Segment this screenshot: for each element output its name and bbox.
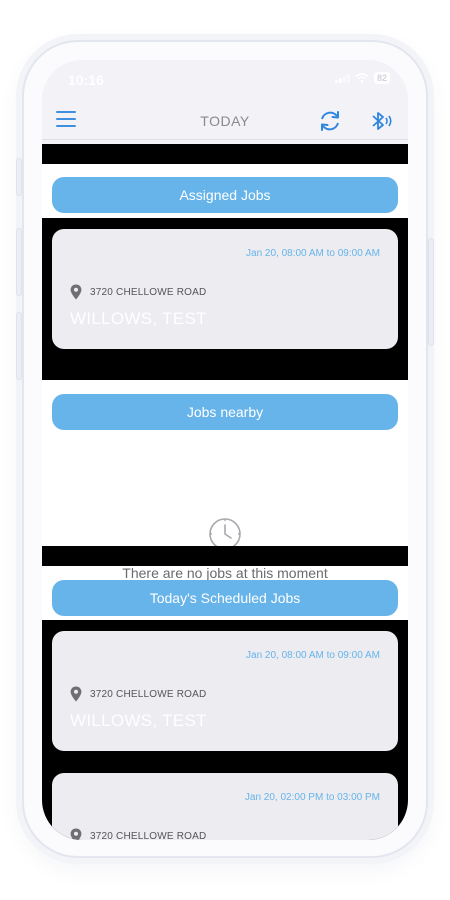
content-scroll-area[interactable]: Assigned Jobs Jan 20, 08:00 AM to 09:00 … [42, 144, 408, 840]
empty-state-message: There are no jobs at this moment [122, 565, 328, 581]
assigned-jobs-header: Assigned Jobs [52, 177, 398, 213]
job-time: Jan 20, 08:00 AM to 09:00 AM [246, 248, 380, 259]
phone-volume-up-button [16, 228, 22, 296]
status-bar: 10:16 82 [42, 60, 408, 102]
scheduled-job-card[interactable]: Jan 20, 08:00 AM to 09:00 AM 3720 CHELLO… [52, 631, 398, 751]
status-icons: 82 [334, 72, 390, 84]
scheduled-jobs-header: Today's Scheduled Jobs [52, 580, 398, 616]
scheduled-job-card[interactable]: Jan 20, 02:00 PM to 03:00 PM 3720 CHELLO… [52, 773, 398, 840]
sync-icon[interactable] [317, 108, 343, 134]
location-pin-icon [70, 284, 82, 300]
job-address: 3720 CHELLOWE ROAD [70, 284, 206, 300]
status-time: 10:16 [68, 72, 104, 88]
assigned-job-card[interactable]: Jan 20, 08:00 AM to 09:00 AM 3720 CHELLO… [52, 229, 398, 349]
signal-icon [334, 73, 350, 83]
app-screen: 10:16 82 TODAY Assigned Jobs Jan 20, 08:… [42, 60, 408, 840]
job-address: 3720 CHELLOWE ROAD [70, 828, 206, 840]
divider-band [42, 546, 408, 566]
job-address: 3720 CHELLOWE ROAD [70, 686, 206, 702]
job-client-name: WILLOWS, TEST [70, 309, 207, 328]
wifi-icon [355, 73, 369, 83]
job-time: Jan 20, 08:00 AM to 09:00 AM [246, 650, 380, 661]
divider-band [42, 144, 408, 164]
phone-silent-switch [16, 158, 22, 196]
phone-volume-down-button [16, 312, 22, 380]
battery-icon: 82 [373, 72, 390, 84]
job-address-text: 3720 CHELLOWE ROAD [90, 830, 207, 841]
job-address-text: 3720 CHELLOWE ROAD [90, 286, 207, 298]
phone-power-button [428, 238, 434, 346]
jobs-nearby-header: Jobs nearby [52, 394, 398, 430]
location-pin-icon [70, 828, 82, 840]
job-address-text: 3720 CHELLOWE ROAD [90, 688, 207, 700]
nav-bar: TODAY [42, 102, 408, 140]
job-time: Jan 20, 02:00 PM to 03:00 PM [244, 792, 380, 803]
job-client-name: WILLOWS, TEST [70, 711, 207, 730]
location-pin-icon [70, 686, 82, 702]
bluetooth-icon[interactable] [370, 110, 394, 132]
page-title: TODAY [200, 113, 250, 129]
